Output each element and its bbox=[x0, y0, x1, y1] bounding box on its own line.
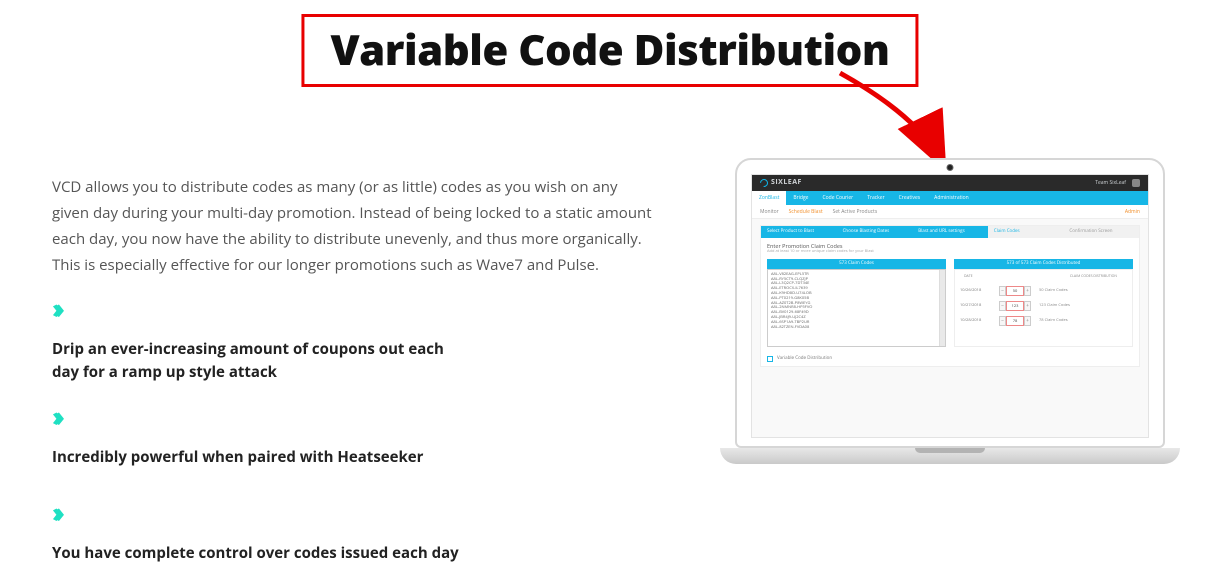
bullet-1-text: Drip an ever-increasing amount of coupon… bbox=[52, 338, 472, 384]
stepper-value[interactable]: 123 bbox=[1006, 301, 1024, 311]
intro-paragraph: VCD allows you to distribute codes as ma… bbox=[52, 174, 652, 278]
brand-text: SIXLEAF bbox=[771, 179, 802, 187]
dist-row: 10/26/2018 − 50 + 50 Claim Codes bbox=[960, 286, 1127, 296]
wizstep-2[interactable]: Choose Blasting Dates bbox=[837, 226, 913, 238]
vcd-checkbox-label: Variable Code Distribution bbox=[777, 356, 832, 361]
app-window: SIXLEAF Team SixLeaf ZonBlast Bridge Cod… bbox=[751, 174, 1149, 438]
bullet-2-text: Incredibly powerful when paired with Hea… bbox=[52, 446, 423, 469]
brand-icon bbox=[758, 177, 769, 188]
two-col: 573 Claim Codes A8L-V82EAG-EPL5TR A8L-RY… bbox=[767, 259, 1133, 346]
wizard-subtitle: Add at least 10 or more unique claim cod… bbox=[767, 250, 1133, 255]
distribution-column-headers: DATE CLAIM CODES DISTRIBUTION bbox=[960, 273, 1127, 281]
wizstep-3[interactable]: Blast and URL settings bbox=[912, 226, 988, 238]
quantity-stepper: − 78 + bbox=[999, 316, 1031, 326]
vcd-checkbox-row[interactable]: Variable Code Distribution bbox=[761, 352, 1139, 366]
dist-row: 10/28/2018 − 78 + 78 Claim Codes bbox=[960, 316, 1127, 326]
wizard: Select Product to Blast Choose Blasting … bbox=[760, 225, 1140, 367]
distribution-header: 573 of 573 Claim Codes Distributed bbox=[954, 259, 1133, 268]
dist-label: 123 Claim Codes bbox=[1039, 304, 1070, 309]
dist-amount-header: CLAIM CODES DISTRIBUTION bbox=[1070, 275, 1117, 279]
claim-codes-header: 573 Claim Codes bbox=[767, 259, 946, 268]
dist-label: 78 Claim Codes bbox=[1039, 319, 1068, 324]
dist-date-header: DATE bbox=[964, 275, 973, 279]
nav-bridge[interactable]: Bridge bbox=[786, 191, 815, 205]
distribution-col: 573 of 573 Claim Codes Distributed DATE … bbox=[954, 259, 1133, 346]
laptop-mockup: SIXLEAF Team SixLeaf ZonBlast Bridge Cod… bbox=[720, 158, 1180, 464]
distribution-area: DATE CLAIM CODES DISTRIBUTION 10/26/2018… bbox=[954, 269, 1133, 347]
wizstep-4[interactable]: Claim Codes bbox=[988, 226, 1064, 238]
nav-creatives[interactable]: Creatives bbox=[892, 191, 928, 205]
nav-tracker[interactable]: Tracker bbox=[860, 191, 891, 205]
plus-button[interactable]: + bbox=[1024, 301, 1031, 311]
wizstep-5[interactable]: Confirmation Screen bbox=[1063, 226, 1139, 238]
subnav-monitor[interactable]: Monitor bbox=[760, 209, 779, 215]
camera-dot-icon bbox=[947, 164, 954, 171]
page-title-box: Variable Code Distribution bbox=[301, 14, 918, 87]
app-topbar: SIXLEAF Team SixLeaf bbox=[752, 175, 1148, 191]
bullet-1: ›› Drip an ever-increasing amount of cou… bbox=[52, 290, 472, 384]
wizard-body: Enter Promotion Claim Codes Add at least… bbox=[761, 238, 1139, 352]
avatar[interactable] bbox=[1132, 179, 1140, 187]
quantity-stepper: − 50 + bbox=[999, 286, 1031, 296]
minus-button[interactable]: − bbox=[999, 301, 1006, 311]
wizstep-1[interactable]: Select Product to Blast bbox=[761, 226, 837, 238]
codes-textarea[interactable]: A8L-V82EAG-EPL5TR A8L-RY5CT9-CLQZJP A8L-… bbox=[767, 269, 946, 347]
chevrons-icon: ›› bbox=[52, 398, 423, 434]
stepper-value[interactable]: 50 bbox=[1006, 286, 1024, 296]
brand: SIXLEAF bbox=[760, 179, 802, 187]
dist-date: 10/27/2018 bbox=[960, 304, 994, 309]
bullet-3-text: You have complete control over codes iss… bbox=[52, 542, 459, 565]
team-label: Team SixLeaf bbox=[1095, 180, 1126, 186]
subnav-admin[interactable]: Admin bbox=[1125, 209, 1140, 215]
laptop-notch bbox=[915, 448, 985, 453]
checkbox-icon[interactable] bbox=[767, 356, 773, 362]
page-title: Variable Code Distribution bbox=[330, 21, 889, 78]
claim-codes-col: 573 Claim Codes A8L-V82EAG-EPL5TR A8L-RY… bbox=[767, 259, 946, 346]
minus-button[interactable]: − bbox=[999, 316, 1006, 326]
chevrons-icon: ›› bbox=[52, 290, 472, 326]
code-line: A8L-82TZEN-FVDA08 bbox=[771, 326, 942, 331]
subnav-setactive[interactable]: Set Active Products bbox=[833, 209, 878, 215]
bullet-3: ›› You have complete control over codes … bbox=[52, 494, 459, 565]
dist-date: 10/28/2018 bbox=[960, 319, 994, 324]
subnav-schedule[interactable]: Schedule Blast bbox=[789, 209, 823, 215]
dist-date: 10/26/2018 bbox=[960, 289, 994, 294]
chevrons-icon: ›› bbox=[52, 494, 459, 530]
quantity-stepper: − 123 + bbox=[999, 301, 1031, 311]
laptop-screen: SIXLEAF Team SixLeaf ZonBlast Bridge Cod… bbox=[735, 158, 1165, 448]
plus-button[interactable]: + bbox=[1024, 316, 1031, 326]
bullet-2: ›› Incredibly powerful when paired with … bbox=[52, 398, 423, 469]
dist-row: 10/27/2018 − 123 + 123 Claim Codes bbox=[960, 301, 1127, 311]
wizard-steps: Select Product to Blast Choose Blasting … bbox=[761, 226, 1139, 238]
minus-button[interactable]: − bbox=[999, 286, 1006, 296]
app-subbar: Monitor Schedule Blast Set Active Produc… bbox=[752, 205, 1148, 219]
topbar-right: Team SixLeaf bbox=[1095, 179, 1140, 187]
nav-zonblast[interactable]: ZonBlast bbox=[752, 191, 786, 205]
laptop-base bbox=[720, 448, 1180, 464]
app-navbar: ZonBlast Bridge Code Courier Tracker Cre… bbox=[752, 191, 1148, 205]
stepper-value[interactable]: 78 bbox=[1006, 316, 1024, 326]
nav-codecourier[interactable]: Code Courier bbox=[816, 191, 861, 205]
plus-button[interactable]: + bbox=[1024, 286, 1031, 296]
nav-admin[interactable]: Administration bbox=[927, 191, 976, 205]
dist-label: 50 Claim Codes bbox=[1039, 289, 1068, 294]
